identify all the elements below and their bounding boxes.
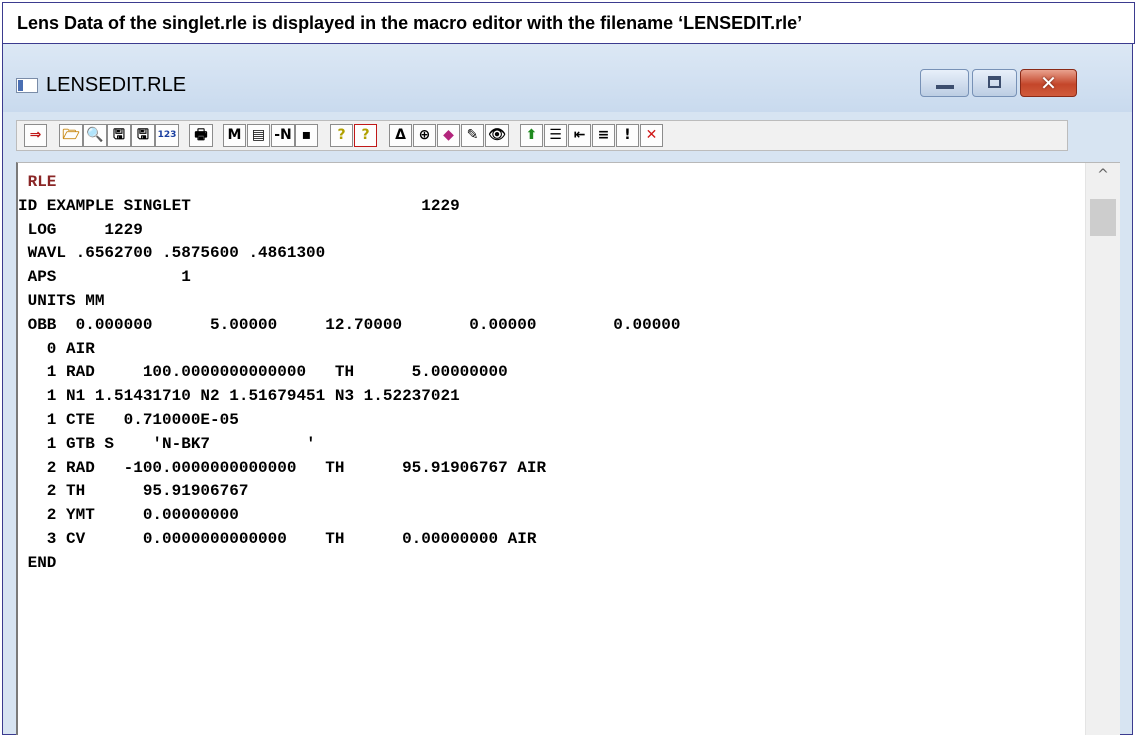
editor-line[interactable]: OBB 0.000000 5.00000 12.70000 0.00000 0.… [18,314,681,338]
point-icon[interactable]: ▪ [295,124,318,147]
figure-caption: Lens Data of the singlet.rle is displaye… [2,2,1135,44]
maximize-icon [988,76,1001,88]
editor-line[interactable]: RLE [18,171,681,195]
minimize-button[interactable] [920,69,969,97]
outdent-icon[interactable]: ⇤ [568,124,591,147]
editor-line[interactable]: 2 RAD -100.0000000000000 TH 95.91906767 … [18,457,681,481]
delta-icon[interactable]: Δ [389,124,412,147]
macro-editor-window: LENSEDIT.RLE ✕ ⇒ 🗁 🔍 🖫 🖫 123 🖶 M ▤ -N ▪?? Δ ⊕ ◆ ✎ 👁 ⬆ ☰ ⇤ ≡… [2,44,1133,735]
editor-line[interactable]: 2 TH 95.91906767 [18,480,681,504]
negate-icon[interactable]: -N [271,124,295,147]
help-icon[interactable]: ? [330,124,353,147]
editor-line[interactable]: 3 CV 0.0000000000000 TH 0.00000000 AIR [18,528,681,552]
editor-line[interactable]: 1 GTB S 'N-BK7 ' [18,433,681,457]
editor-pane[interactable]: RLE ID EXAMPLE SINGLET 1229 LOG 1229 WAVL… [16,162,1120,735]
editor-line[interactable]: LOG 1229 [18,219,681,243]
cancel-icon[interactable]: ✕ [640,124,663,147]
editor-line[interactable]: APS 1 [18,266,681,290]
vertical-scrollbar[interactable]: ^ [1085,163,1120,735]
indent-icon[interactable]: ☰ [544,124,567,147]
editor-line[interactable]: 1 RAD 100.0000000000000 TH 5.00000000 [18,361,681,385]
eye-icon[interactable]: 👁 [485,124,509,147]
editor-line[interactable]: END [18,552,681,576]
scroll-thumb[interactable] [1090,199,1116,236]
context-help-icon[interactable]: ? [354,124,377,147]
save-icon[interactable]: 🖫 [107,124,131,147]
gem-icon[interactable]: ◆ [437,124,460,147]
exclaim-icon[interactable]: ! [616,124,639,147]
editor-line[interactable]: 0 AIR [18,338,681,362]
toolbar: ⇒ 🗁 🔍 🖫 🖫 123 🖶 M ▤ -N ▪?? Δ ⊕ ◆ ✎ 👁 ⬆ ☰ ⇤ ≡! ✕ [16,120,1068,151]
close-button[interactable]: ✕ [1020,69,1077,97]
close-icon: ✕ [1040,71,1057,95]
app-window-icon[interactable] [16,78,38,93]
find-icon[interactable]: 🔍 [83,124,107,147]
scroll-up-icon[interactable]: ^ [1086,167,1120,189]
run-icon[interactable]: ⇒ [24,124,47,147]
window-title: LENSEDIT.RLE [46,74,187,96]
target-icon[interactable]: ⊕ [413,124,436,147]
editor-line[interactable]: WAVL .6562700 .5875600 .4861300 [18,242,681,266]
open-folder-icon[interactable]: 🗁 [59,124,83,147]
editor-line[interactable]: 2 YMT 0.00000000 [18,504,681,528]
minimize-icon [936,85,954,89]
insert-icon[interactable]: ▤ [247,124,270,147]
maximize-button[interactable] [972,69,1017,97]
wrench-icon[interactable]: ✎ [461,124,484,147]
upload-icon[interactable]: ⬆ [520,124,543,147]
numbers-icon[interactable]: 123 [155,124,179,147]
editor-line[interactable]: 1 CTE 0.710000E-05 [18,409,681,433]
title-bar[interactable]: LENSEDIT.RLE ✕ [3,44,1132,112]
editor-line[interactable]: ID EXAMPLE SINGLET 1229 [18,195,681,219]
editor-line[interactable]: 1 N1 1.51431710 N2 1.51679451 N3 1.52237… [18,385,681,409]
macro-icon[interactable]: M [223,124,246,147]
lines-icon[interactable]: ≡ [592,124,615,147]
print-icon[interactable]: 🖶 [189,124,213,147]
editor-line[interactable]: UNITS MM [18,290,681,314]
editor-text[interactable]: RLE ID EXAMPLE SINGLET 1229 LOG 1229 WAVL… [18,171,681,576]
save-as-icon[interactable]: 🖫 [131,124,155,147]
